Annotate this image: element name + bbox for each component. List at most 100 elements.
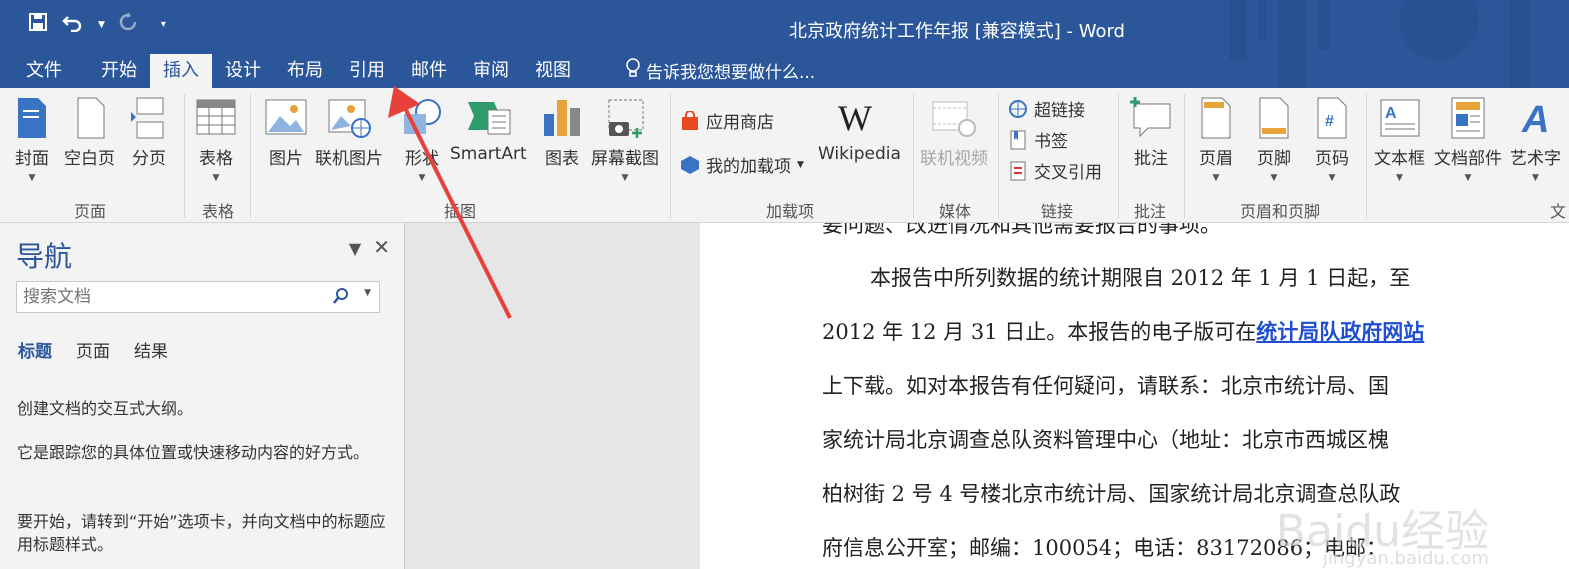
watermark-url: jingyan.baidu.com (1322, 548, 1489, 569)
save-icon[interactable] (28, 12, 48, 37)
shapes-button[interactable]: 形状 ▼ (400, 96, 444, 183)
hyperlink-button[interactable]: 超链接 (1008, 96, 1085, 121)
online-video-icon (932, 101, 976, 137)
picture-button[interactable]: 图片 (264, 96, 308, 169)
bookmark-button[interactable]: 书签 (1008, 127, 1068, 152)
group-label-tables: 表格 (201, 202, 234, 221)
screenshot-icon (608, 99, 644, 138)
comment-icon (1130, 97, 1171, 138)
comment-button[interactable]: 批注 (1128, 96, 1174, 169)
wordart-button[interactable]: A 艺术字 ▼ (1510, 96, 1561, 183)
navigation-pane: 导航 ▼ ✕ ▼ 标题 页面 结果 创建文档的交互式大纲。 它是跟踪您的具体位置… (0, 223, 405, 569)
tab-file[interactable]: 文件 (0, 54, 88, 88)
divider (670, 94, 671, 218)
wordart-icon: A (1521, 99, 1549, 140)
group-label-comments: 批注 (1133, 202, 1166, 221)
divider (1184, 94, 1185, 218)
chart-button[interactable]: 图表 (542, 96, 582, 169)
undo-icon[interactable] (62, 12, 84, 37)
quick-access-toolbar: ▼ ▾ (28, 12, 166, 37)
tab-insert[interactable]: 插入 (150, 54, 212, 88)
footer-button[interactable]: 页脚 ▼ (1256, 96, 1292, 183)
screenshot-button[interactable]: 屏幕截图 ▼ (591, 96, 659, 183)
nav-help-line: 创建文档的交互式大纲。 (17, 399, 194, 418)
svg-text:A: A (1521, 99, 1549, 140)
redo-icon[interactable] (119, 12, 137, 37)
my-addins-button[interactable]: 我的加载项 ▼ (680, 152, 804, 177)
cover-page-button[interactable]: 封面 ▼ (14, 96, 50, 183)
tab-mailings[interactable]: 邮件 (398, 54, 460, 88)
group-label-media: 媒体 (938, 202, 971, 221)
close-icon[interactable]: ✕ (373, 237, 390, 258)
blank-page-button[interactable]: 空白页 (64, 96, 115, 169)
doc-line: 本报告中所列数据的统计期限自 2012 年 1 月 1 日起，至 (870, 266, 1411, 290)
tab-review[interactable]: 审阅 (460, 54, 522, 88)
divider (1118, 94, 1119, 218)
bookmark-icon (1010, 130, 1026, 149)
tab-design[interactable]: 设计 (212, 54, 274, 88)
header-button[interactable]: 页眉 ▼ (1198, 96, 1234, 183)
store-icon (682, 110, 698, 130)
window-title: 北京政府统计工作年报 [兼容模式] - Word (789, 21, 1125, 42)
page-number-button[interactable]: # 页码 ▼ (1314, 96, 1350, 183)
nav-tab-pages[interactable]: 页面 (76, 337, 110, 362)
divider (1366, 94, 1367, 218)
online-picture-icon (328, 99, 371, 138)
lightbulb-icon (626, 58, 640, 83)
online-picture-button[interactable]: 联机图片 (315, 96, 383, 169)
search-input[interactable] (21, 282, 325, 312)
tell-me-box[interactable]: 告诉我您想要做什么... (626, 58, 815, 83)
nav-tab-headings[interactable]: 标题 (18, 337, 52, 362)
store-button[interactable]: 应用商店 (680, 108, 774, 133)
search-icon[interactable] (333, 287, 349, 309)
quick-parts-button[interactable]: 文档部件 ▼ (1434, 96, 1502, 183)
addins-icon (681, 155, 699, 174)
doc-text: 2012 年 12 月 31 日止。本报告的电子版可在 (822, 320, 1257, 344)
picture-icon (265, 99, 307, 135)
svg-text:W: W (838, 98, 872, 138)
tab-references[interactable]: 引用 (336, 54, 398, 88)
nav-title: 导航 (16, 240, 73, 273)
doc-line: 家统计局北京调查总队资料管理中心（地址：北京市西城区槐 (822, 428, 1389, 452)
smartart-button[interactable]: SmartArt (450, 96, 527, 164)
divider (250, 94, 251, 218)
online-video-button[interactable]: 联机视频 (920, 96, 988, 169)
chart-icon (544, 100, 580, 136)
group-label-header-footer: 页眉和页脚 (1239, 202, 1320, 221)
doc-line: 上下载。如对本报告有任何疑问，请联系：北京市统计局、国 (822, 374, 1389, 398)
shapes-icon (404, 99, 441, 134)
tab-home[interactable]: 开始 (88, 54, 150, 88)
nav-help-line: 要开始，请转到“开始”选项卡，并向文档中的标题应用标题样式。 (17, 512, 386, 554)
search-box: ▼ (16, 281, 380, 313)
quick-parts-icon (1451, 97, 1485, 139)
svg-text:#: # (1325, 113, 1334, 130)
svg-text:A: A (1385, 105, 1397, 122)
doc-link[interactable]: 统计局队政府网站 (1256, 319, 1424, 344)
wikipedia-button[interactable]: W Wikipedia (818, 96, 901, 164)
hyperlink-icon (1009, 99, 1027, 118)
document-page[interactable]: 要问题、改进情况和其他需要报告的事项。 本报告中所列数据的统计期限自 2012 … (700, 223, 1569, 569)
footer-icon (1259, 97, 1289, 139)
nav-tab-results[interactable]: 结果 (134, 337, 168, 362)
table-icon (196, 99, 236, 135)
tell-me-text: 告诉我您想要做什么... (646, 63, 816, 83)
title-decoration (1229, 0, 1529, 88)
search-options-icon[interactable]: ▼ (364, 288, 371, 298)
page-break-button[interactable]: 分页 (131, 96, 167, 169)
divider (913, 94, 914, 218)
cross-reference-button[interactable]: 交叉引用 (1008, 158, 1102, 183)
customize-qat-icon[interactable]: ▾ (161, 19, 166, 30)
wikipedia-icon: W (838, 98, 872, 138)
group-label-pages: 页面 (73, 202, 106, 221)
tab-layout[interactable]: 布局 (274, 54, 336, 88)
tab-view[interactable]: 视图 (522, 54, 584, 88)
ribbon-insert: 封面 ▼ 空白页 分页 页面 表格 ▼ 表格 图片 联机图片 形状 ▼ SmartAr… (0, 88, 1569, 223)
table-button[interactable]: 表格 ▼ (196, 96, 236, 183)
group-label-addins: 加载项 (765, 202, 814, 221)
pane-options-icon[interactable]: ▼ (349, 239, 361, 258)
textbox-button[interactable]: A 文本框 ▼ (1374, 96, 1425, 183)
undo-dropdown-icon[interactable]: ▼ (98, 20, 105, 30)
divider (998, 94, 999, 218)
cross-reference-icon (1010, 161, 1026, 180)
header-icon (1201, 97, 1231, 139)
